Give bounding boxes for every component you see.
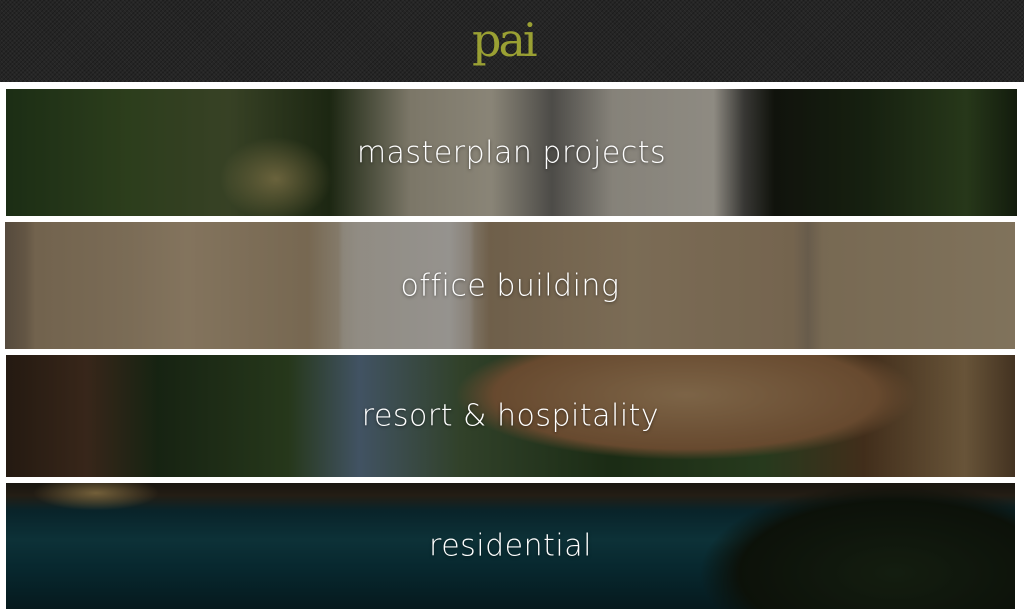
logo-text: pai xyxy=(472,13,538,67)
category-office-building[interactable]: office building xyxy=(5,222,1015,349)
pai-logo[interactable]: pai xyxy=(472,8,552,72)
category-masterplan-projects[interactable]: masterplan projects xyxy=(6,89,1017,216)
category-resort-hospitality[interactable]: resort & hospitality xyxy=(6,355,1015,477)
category-label: office building xyxy=(400,268,620,303)
site-header: pai xyxy=(0,0,1024,82)
category-label: masterplan projects xyxy=(356,135,667,170)
category-label: resort & hospitality xyxy=(361,398,660,434)
category-residential[interactable]: residential xyxy=(6,483,1015,609)
category-label: residential xyxy=(429,528,592,564)
